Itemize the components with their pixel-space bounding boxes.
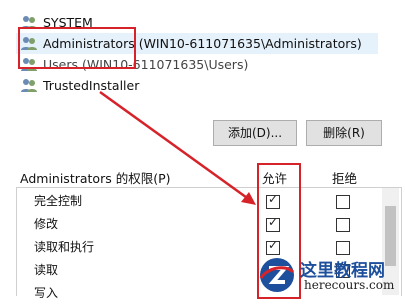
watermark-logo-icon: [259, 258, 295, 292]
security-permissions-panel: SYSTEM Administrators (WIN10-611071635\A…: [0, 0, 405, 300]
annotation-arrow: [99, 90, 256, 205]
site-watermark: 这里教程网 herecours.com: [258, 252, 405, 295]
watermark-url: herecours.com: [304, 278, 395, 292]
